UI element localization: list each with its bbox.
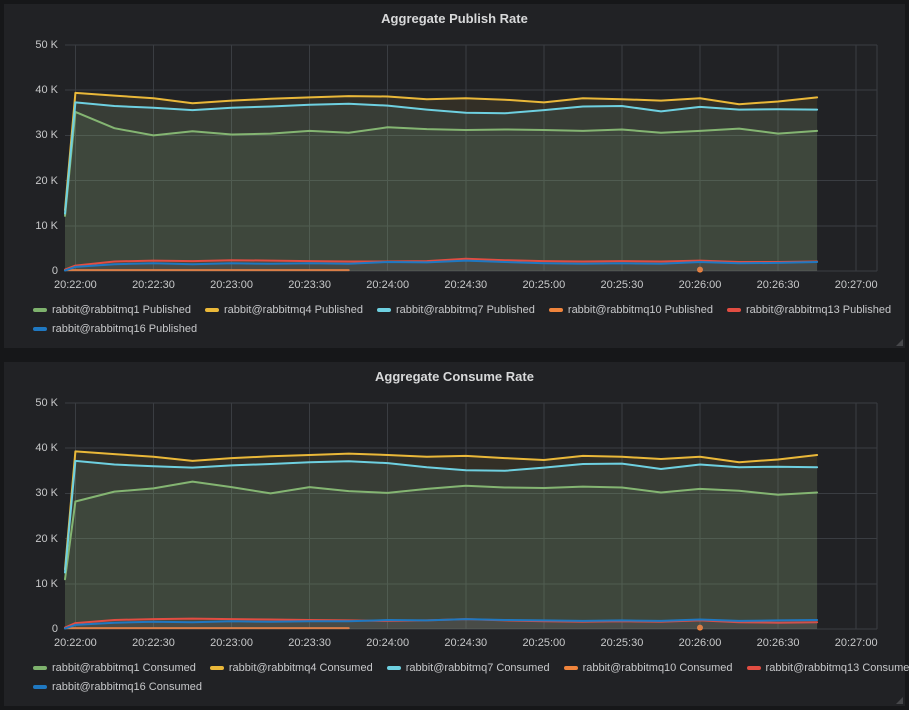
series-area xyxy=(65,102,817,271)
legend-item[interactable]: rabbit@rabbitmq13 Consumed xyxy=(747,662,909,674)
legend-color-swatch-icon xyxy=(210,666,224,670)
legend-item[interactable]: rabbit@rabbitmq7 Consumed xyxy=(387,662,550,674)
grafana-dashboard: Aggregate Publish Rate 0 10 K 20 K 30 K 40 K… xyxy=(0,0,909,710)
legend-color-swatch-icon xyxy=(747,666,761,670)
y-tick-label: 50 K xyxy=(4,39,58,52)
x-tick-label: 20:25:30 xyxy=(582,637,662,650)
legend-row: rabbit@rabbitmq1 Consumed rabbit@rabbitmq… xyxy=(33,662,899,674)
y-tick-label: 10 K xyxy=(4,220,58,233)
x-tick-label: 20:23:00 xyxy=(192,279,272,292)
legend-item[interactable]: rabbit@rabbitmq4 Consumed xyxy=(210,662,373,674)
legend-label: rabbit@rabbitmq7 Published xyxy=(396,304,535,316)
legend-color-swatch-icon xyxy=(727,308,741,312)
legend-label: rabbit@rabbitmq13 Consumed xyxy=(766,662,909,674)
y-tick-label: 0 xyxy=(4,623,58,636)
legend-label: rabbit@rabbitmq10 Published xyxy=(568,304,713,316)
panel-aggregate-consume-rate: Aggregate Consume Rate 0 10 K 20 K 30 K 40 K… xyxy=(4,362,905,706)
x-tick-label: 20:23:30 xyxy=(270,279,350,292)
x-tick-label: 20:22:30 xyxy=(113,279,193,292)
legend-label: rabbit@rabbitmq1 Published xyxy=(52,304,191,316)
legend-row: rabbit@rabbitmq1 Published rabbit@rabbitm… xyxy=(33,304,899,316)
y-tick-label: 30 K xyxy=(4,129,58,142)
x-tick-label: 20:27:00 xyxy=(816,279,896,292)
y-tick-label: 40 K xyxy=(4,442,58,455)
legend-item[interactable]: rabbit@rabbitmq1 Published xyxy=(33,304,191,316)
x-tick-label: 20:24:30 xyxy=(426,637,506,650)
y-tick-label: 40 K xyxy=(4,84,58,97)
x-tick-label: 20:22:00 xyxy=(35,637,115,650)
legend-color-swatch-icon xyxy=(33,308,47,312)
legend: rabbit@rabbitmq1 Published rabbit@rabbitm… xyxy=(33,304,899,342)
panel-resize-handle[interactable] xyxy=(896,339,903,346)
legend-item[interactable]: rabbit@rabbitmq10 Consumed xyxy=(564,662,733,674)
time-series-chart[interactable] xyxy=(65,45,877,277)
legend-row: rabbit@rabbitmq16 Published xyxy=(33,323,899,335)
x-tick-label: 20:23:30 xyxy=(270,637,350,650)
panel-title[interactable]: Aggregate Consume Rate xyxy=(4,369,905,384)
legend-item[interactable]: rabbit@rabbitmq7 Published xyxy=(377,304,535,316)
x-tick-label: 20:26:00 xyxy=(660,279,740,292)
legend-item[interactable]: rabbit@rabbitmq10 Published xyxy=(549,304,713,316)
legend: rabbit@rabbitmq1 Consumed rabbit@rabbitmq… xyxy=(33,662,899,700)
panel-aggregate-publish-rate: Aggregate Publish Rate 0 10 K 20 K 30 K 40 K… xyxy=(4,4,905,348)
x-tick-label: 20:23:00 xyxy=(192,637,272,650)
legend-label: rabbit@rabbitmq4 Consumed xyxy=(229,662,373,674)
legend-color-swatch-icon xyxy=(387,666,401,670)
time-series-chart[interactable] xyxy=(65,403,877,635)
legend-item[interactable]: rabbit@rabbitmq16 Published xyxy=(33,323,197,335)
legend-color-swatch-icon xyxy=(33,666,47,670)
legend-label: rabbit@rabbitmq13 Published xyxy=(746,304,891,316)
legend-color-swatch-icon xyxy=(33,685,47,689)
legend-item[interactable]: rabbit@rabbitmq4 Published xyxy=(205,304,363,316)
series-area xyxy=(65,461,817,629)
legend-color-swatch-icon xyxy=(205,308,219,312)
x-tick-label: 20:27:00 xyxy=(816,637,896,650)
legend-color-swatch-icon xyxy=(377,308,391,312)
x-tick-label: 20:22:00 xyxy=(35,279,115,292)
x-tick-label: 20:26:00 xyxy=(660,637,740,650)
legend-color-swatch-icon xyxy=(33,327,47,331)
y-tick-label: 50 K xyxy=(4,397,58,410)
panel-title[interactable]: Aggregate Publish Rate xyxy=(4,11,905,26)
y-tick-label: 20 K xyxy=(4,533,58,546)
legend-item[interactable]: rabbit@rabbitmq13 Published xyxy=(727,304,891,316)
x-tick-label: 20:25:00 xyxy=(504,279,584,292)
legend-label: rabbit@rabbitmq16 Published xyxy=(52,323,197,335)
legend-label: rabbit@rabbitmq7 Consumed xyxy=(406,662,550,674)
legend-label: rabbit@rabbitmq4 Published xyxy=(224,304,363,316)
legend-item[interactable]: rabbit@rabbitmq16 Consumed xyxy=(33,681,202,693)
legend-item[interactable]: rabbit@rabbitmq1 Consumed xyxy=(33,662,196,674)
y-tick-label: 30 K xyxy=(4,487,58,500)
x-tick-label: 20:25:00 xyxy=(504,637,584,650)
panel-resize-handle[interactable] xyxy=(896,697,903,704)
x-tick-label: 20:25:30 xyxy=(582,279,662,292)
legend-label: rabbit@rabbitmq16 Consumed xyxy=(52,681,202,693)
x-tick-label: 20:24:30 xyxy=(426,279,506,292)
legend-row: rabbit@rabbitmq16 Consumed xyxy=(33,681,899,693)
legend-color-swatch-icon xyxy=(549,308,563,312)
y-tick-label: 20 K xyxy=(4,175,58,188)
x-tick-label: 20:24:00 xyxy=(348,637,428,650)
y-tick-label: 0 xyxy=(4,265,58,278)
legend-label: rabbit@rabbitmq10 Consumed xyxy=(583,662,733,674)
x-tick-label: 20:26:30 xyxy=(738,637,818,650)
legend-label: rabbit@rabbitmq1 Consumed xyxy=(52,662,196,674)
y-tick-label: 10 K xyxy=(4,578,58,591)
x-tick-label: 20:22:30 xyxy=(113,637,193,650)
x-tick-label: 20:24:00 xyxy=(348,279,428,292)
x-tick-label: 20:26:30 xyxy=(738,279,818,292)
legend-color-swatch-icon xyxy=(564,666,578,670)
